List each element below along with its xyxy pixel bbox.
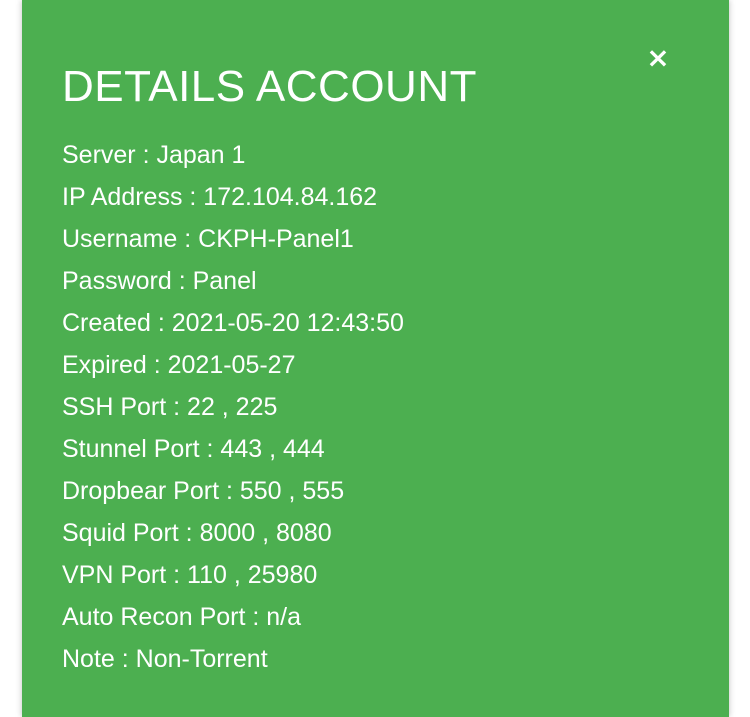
detail-created: Created : 2021-05-20 12:43:50 — [62, 309, 404, 337]
detail-auto-recon-port: Auto Recon Port : n/a — [62, 603, 302, 631]
detail-stunnel-port: Stunnel Port : 443 , 444 — [62, 435, 325, 463]
account-details-list: Server : Japan 1 IP Address : 172.104.84… — [62, 134, 404, 680]
detail-vpn-port: VPN Port : 110 , 25980 — [62, 561, 318, 589]
detail-squid-port: Squid Port : 8000 , 8080 — [62, 519, 332, 547]
detail-dropbear-port: Dropbear Port : 550 , 555 — [62, 477, 345, 505]
detail-ip-address: IP Address : 172.104.84.162 — [62, 183, 378, 211]
dialog-title: DETAILS ACCOUNT — [62, 62, 477, 111]
detail-expired: Expired : 2021-05-27 — [62, 351, 296, 379]
detail-username: Username : CKPH-Panel1 — [62, 225, 354, 253]
detail-server: Server : Japan 1 — [62, 141, 246, 169]
detail-note: Note : Non-Torrent — [62, 645, 268, 673]
close-icon[interactable]: × — [644, 43, 672, 73]
detail-ssh-port: SSH Port : 22 , 225 — [62, 393, 278, 421]
account-details-dialog: × DETAILS ACCOUNT Server : Japan 1 IP Ad… — [22, 0, 729, 717]
detail-password: Password : Panel — [62, 267, 257, 295]
